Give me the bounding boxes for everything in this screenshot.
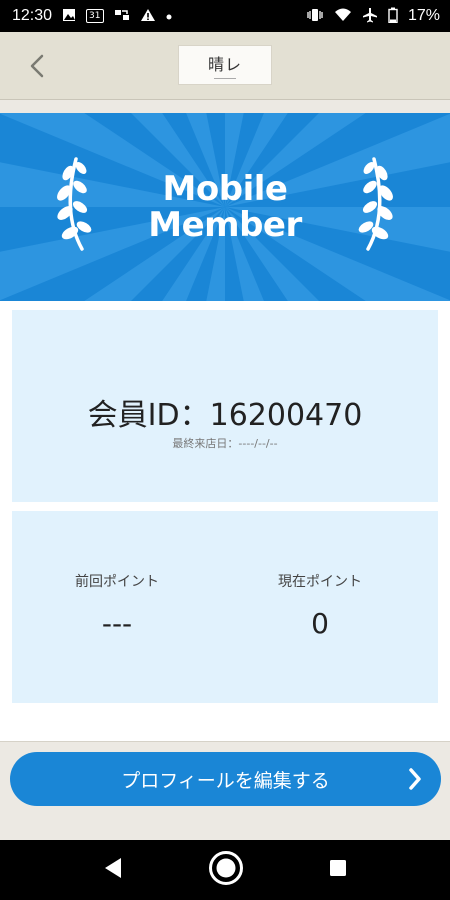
nav-recents-button[interactable] — [329, 859, 347, 881]
previous-points-label: 前回ポイント — [75, 574, 159, 590]
back-button[interactable] — [20, 48, 54, 84]
chevron-right-icon — [409, 768, 421, 790]
previous-points-value: --- — [101, 607, 133, 640]
sync-icon — [114, 8, 130, 25]
status-time: 12:30 — [12, 7, 53, 24]
member-id-card: 会員ID：16200470 最終来店日：----/--/-- — [12, 310, 438, 502]
vibrate-icon — [306, 8, 324, 25]
system-nav-bar — [0, 840, 450, 900]
current-points-value: 0 — [311, 607, 329, 640]
nav-back-button[interactable] — [103, 857, 123, 883]
chevron-left-icon — [30, 54, 44, 78]
member-content: 会員ID：16200470 最終来店日：----/--/-- 前回ポイント --… — [0, 301, 450, 741]
current-points-label: 現在ポイント — [278, 574, 362, 590]
logo-underline — [214, 78, 236, 79]
member-id: 会員ID：16200470 — [87, 398, 363, 433]
banner-title-line2: Member — [148, 205, 302, 245]
points-card: 前回ポイント --- 現在ポイント 0 — [12, 511, 438, 703]
square-recents-icon — [330, 860, 347, 876]
circle-home-icon — [208, 851, 243, 885]
banner-title: Mobile Member — [0, 171, 450, 243]
banner-title-line1: Mobile — [162, 169, 288, 209]
airplane-icon — [362, 7, 378, 26]
last-visit-date: 最終来店日：----/--/-- — [172, 437, 278, 450]
image-icon — [62, 8, 76, 25]
status-bar: 12:30 31 17% — [0, 0, 450, 32]
triangle-back-icon — [104, 858, 121, 878]
dot-icon — [166, 10, 172, 23]
nav-home-button[interactable] — [208, 850, 244, 890]
edit-profile-label: プロフィールを編集する — [121, 769, 330, 792]
edit-profile-button[interactable]: プロフィールを編集する — [10, 752, 441, 806]
bottom-action-area: プロフィールを編集する — [0, 741, 450, 840]
current-points: 現在ポイント 0 — [220, 571, 420, 640]
wifi-icon — [334, 8, 352, 25]
calendar-icon: 31 — [86, 9, 104, 23]
battery-icon — [388, 7, 398, 26]
mobile-member-banner: Mobile Member — [0, 113, 450, 301]
brand-logo: 晴レ — [178, 45, 272, 85]
previous-points: 前回ポイント --- — [17, 571, 217, 640]
app-header: 晴レ — [0, 32, 450, 100]
logo-text: 晴レ — [207, 55, 242, 74]
warning-icon — [140, 8, 156, 25]
battery-percent: 17% — [407, 7, 440, 24]
